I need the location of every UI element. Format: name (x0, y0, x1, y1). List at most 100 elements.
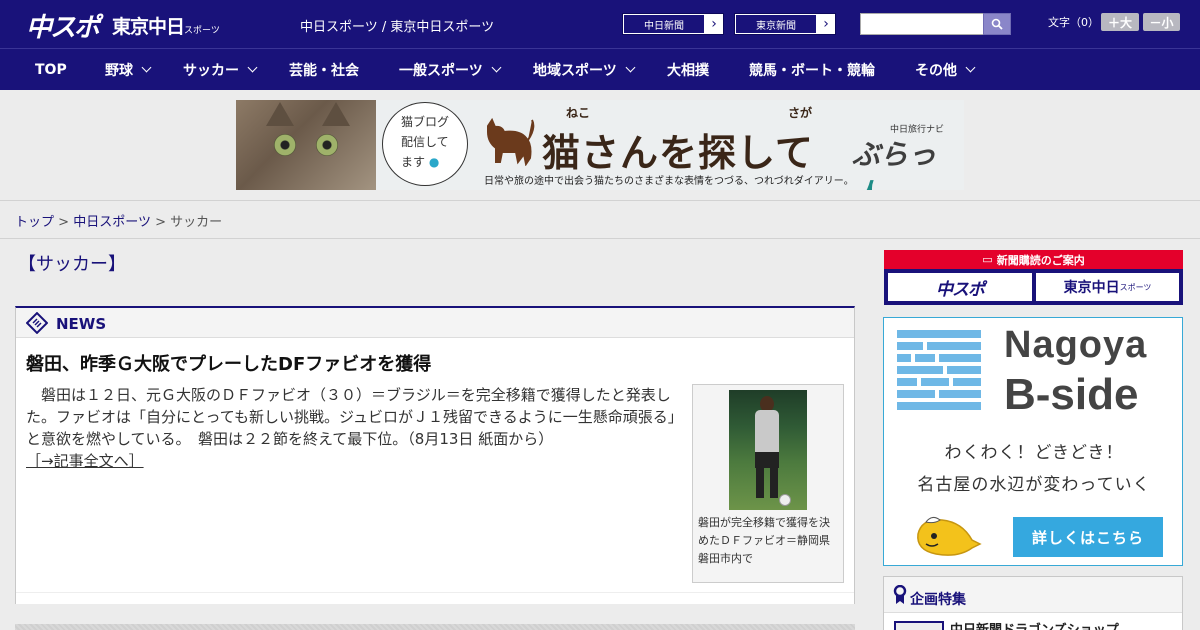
news-box: NEWS 磐田、昨季Ｇ大阪でプレーしたDFファビオを獲得 磐田は１２日、元Ｇ大阪… (15, 306, 855, 604)
chevron-down-icon (965, 62, 976, 73)
nav-label: 地域スポーツ (533, 62, 617, 79)
subscription-label: 新聞購読のご案内 (996, 253, 1085, 267)
header-bar: 中スポ 東京中日スポーツ 中日スポーツ / 東京中日スポーツ 中日新聞 › 東京… (0, 0, 1200, 48)
subscribe-btn-text: 東京中日 (1063, 280, 1120, 296)
photo-caption: 磐田が完全移籍で獲得を決めたＤＦファビオ＝静岡県磐田市内で (698, 516, 830, 565)
nav-item-baseball[interactable]: 野球 (105, 49, 152, 90)
article-text: 磐田は１２日、元Ｇ大阪のＤＦファビオ（３０）＝ブラジル＝を完全移籍で獲得したと発… (26, 386, 683, 448)
ad-catch-2: 名古屋の水辺が変わっていく (917, 475, 1151, 495)
nav-label: TOP (35, 61, 67, 78)
article-photo[interactable]: 磐田が完全移籍で獲得を決めたＤＦファビオ＝静岡県磐田市内で (692, 384, 844, 583)
feature-box: 企画特集 中日新聞ドラゴンズショップ (883, 576, 1183, 630)
nav-item-general-sports[interactable]: 一般スポーツ (399, 49, 502, 90)
feature-item-thumbnail[interactable] (894, 621, 944, 630)
subscription-header: ▭ 新聞購読のご案内 (884, 250, 1183, 269)
chunichi-sports-logo[interactable]: 中スポ (26, 7, 100, 44)
article-title[interactable]: 磐田、昨季Ｇ大阪でプレーしたDFファビオを獲得 (26, 350, 431, 376)
banner-brand: ぶらっ人 (852, 133, 964, 190)
page-title: 【サッカー】 (18, 254, 126, 275)
font-smaller-button[interactable]: －小 (1143, 13, 1180, 31)
nav-label: 大相撲 (667, 62, 709, 79)
breadcrumb-top[interactable]: トップ (15, 215, 54, 230)
nav-item-local-sports[interactable]: 地域スポーツ (533, 49, 636, 90)
nav-label: サッカー (183, 62, 239, 79)
ad-title-1: Nagoya (1004, 324, 1148, 366)
breadcrumb-separator: > (58, 215, 70, 230)
nav-item-entertainment[interactable]: 芸能・社会 (289, 49, 359, 90)
soccer-ball (779, 494, 791, 506)
font-larger-button[interactable]: ＋大 (1101, 13, 1139, 31)
feature-header: 企画特集 (884, 577, 1182, 613)
search-input[interactable] (860, 13, 984, 35)
nav-item-racing[interactable]: 競馬・ボート・競輪 (749, 49, 875, 90)
chunichi-shimbun-button[interactable]: 中日新聞 › (622, 13, 724, 35)
search-icon (991, 18, 1003, 30)
tokyo-chunichi-logo[interactable]: 東京中日スポーツ (112, 12, 220, 39)
nav-label: 芸能・社会 (289, 62, 359, 79)
tokyo-shimbun-button[interactable]: 東京新聞 › (734, 13, 836, 35)
site-title: 中日スポーツ / 東京中日スポーツ (300, 20, 495, 35)
font-size-label: 文字（0） (1048, 16, 1099, 29)
nav-label: 一般スポーツ (399, 62, 483, 79)
cat-eye (316, 134, 338, 156)
section-divider (15, 624, 855, 630)
subscribe-btn-small: スポーツ (1119, 282, 1152, 292)
banner-ruby: さが (788, 106, 813, 120)
article-body: 磐田は１２日、元Ｇ大阪のＤＦファビオ（３０）＝ブラジル＝を完全移籍で獲得したと発… (26, 384, 686, 472)
cat-silhouette-icon (487, 118, 535, 166)
read-more-link[interactable]: ［→記事全文へ］ (26, 452, 144, 470)
chevron-right-icon: › (711, 16, 717, 32)
chevron-down-icon (247, 62, 258, 73)
cat-eye (274, 134, 296, 156)
news-footer (16, 592, 854, 604)
ad-details-button[interactable]: 詳しくはこちら (1013, 517, 1163, 557)
ad-title-2: B-side (1004, 370, 1139, 419)
brick-logo-icon (897, 330, 981, 410)
speech-bubble: 猫ブログ 配信して ます ● (382, 102, 468, 186)
breadcrumb: トップ > 中日スポーツ > サッカー (15, 211, 222, 230)
ad-catch-1: わくわく！どきどき！ (944, 443, 1124, 463)
speech-line: 配信して (401, 135, 449, 149)
chevron-down-icon (625, 62, 636, 73)
cat-blog-banner[interactable]: 猫ブログ 配信して ます ● ねこ さが 猫さんを探して 中日旅行ナビ ぶらっ人… (236, 100, 964, 190)
player-photo (729, 390, 807, 510)
player-body (755, 410, 779, 454)
player-shorts (755, 452, 779, 468)
news-icon (26, 312, 48, 334)
banner-subtitle: 日常や旅の途中で出会う猫たちのさまざまな表情をつづる、つれづれダイアリー。 (484, 176, 854, 187)
paw-icon: ● (428, 155, 440, 169)
ribbon-icon (893, 585, 907, 604)
chevron-down-icon (141, 62, 152, 73)
cat-ear (266, 102, 294, 126)
nav-label: その他 (915, 62, 957, 79)
subscription-box: ▭ 新聞購読のご案内 中スポ 東京中日 スポーツ (884, 250, 1183, 305)
nav-item-soccer[interactable]: サッカー (183, 49, 258, 90)
search-button[interactable] (983, 13, 1011, 35)
feature-item-link[interactable]: 中日新聞ドラゴンズショップ (950, 619, 1119, 630)
chevron-down-icon (491, 62, 502, 73)
subscribe-chunichi-sports-button[interactable]: 中スポ (888, 273, 1032, 301)
subscribe-tokyo-chunichi-button[interactable]: 東京中日 スポーツ (1036, 273, 1179, 301)
nav-item-top[interactable]: TOP (35, 49, 67, 90)
paper-button-label: 中日新聞 (624, 15, 704, 33)
shrimp-mascot-icon (917, 516, 982, 556)
banner-title: 猫さんを探して (542, 130, 814, 175)
tokyo-logo-small: スポーツ (184, 26, 220, 36)
banner-ruby: ねこ (566, 106, 591, 120)
cat-photo (236, 100, 376, 190)
speech-line: 猫ブログ (401, 115, 450, 129)
brand-text: ぶらっ (852, 138, 937, 171)
news-label: NEWS (56, 315, 107, 333)
speech-line-text: ます (401, 155, 426, 169)
chevron-right-icon: › (823, 16, 829, 32)
breadcrumb-current: サッカー (170, 215, 223, 230)
nav-item-other[interactable]: その他 (915, 49, 976, 90)
breadcrumb-chunichi-sports[interactable]: 中日スポーツ (73, 215, 151, 230)
news-header: NEWS (16, 308, 854, 338)
feature-label: 企画特集 (910, 592, 966, 608)
cat-ear (322, 102, 350, 126)
nagoya-bside-ad[interactable]: Nagoya B-side わくわく！どきどき！ 名古屋の水辺が変わっていく 詳… (883, 317, 1183, 566)
breadcrumb-separator: > (155, 215, 166, 230)
tokyo-logo-text: 東京中日 (112, 16, 185, 38)
nav-item-sumo[interactable]: 大相撲 (667, 49, 709, 90)
